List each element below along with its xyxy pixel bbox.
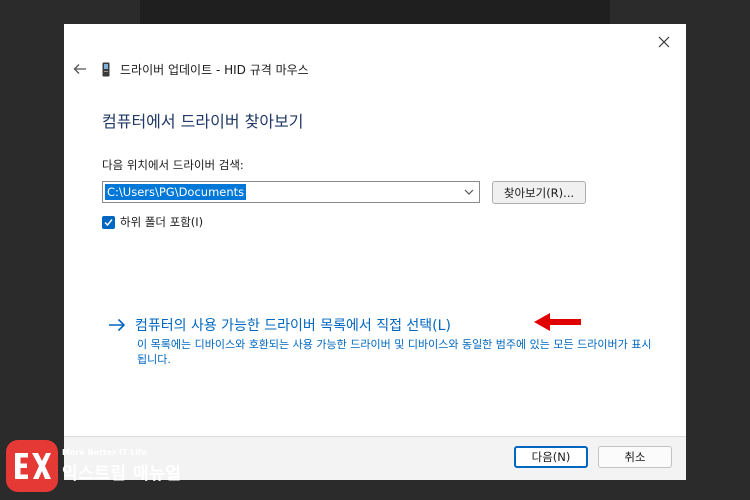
search-path-input[interactable]: C:\Users\PG\Documents: [102, 181, 480, 203]
window-title-row: 드라이버 업데이트 - HID 규격 마우스: [102, 60, 309, 78]
logo-tagline: More Better IT Life: [62, 448, 147, 457]
back-arrow-icon: [73, 64, 86, 74]
include-subfolders-label: 하위 폴더 포함(I): [120, 215, 204, 229]
close-button[interactable]: [652, 30, 676, 54]
watermark-logo: More Better IT Life 익스트림 매뉴얼: [6, 440, 181, 492]
include-subfolders-checkbox[interactable]: 하위 폴더 포함(I): [102, 214, 203, 230]
pick-from-list-text[interactable]: 컴퓨터의 사용 가능한 드라이버 목록에서 직접 선택(L): [135, 315, 451, 335]
browse-button[interactable]: 찾아보기(R)...: [492, 181, 586, 204]
search-location-label: 다음 위치에서 드라이버 검색:: [102, 158, 244, 172]
window-title: 드라이버 업데이트 - HID 규격 마우스: [120, 62, 309, 77]
driver-update-dialog: 드라이버 업데이트 - HID 규격 마우스 컴퓨터에서 드라이버 찾아보기 다…: [64, 24, 686, 480]
page-title: 컴퓨터에서 드라이버 찾아보기: [102, 112, 304, 131]
checkbox-box[interactable]: [102, 215, 115, 229]
background-window-strip: [140, 0, 610, 24]
next-button[interactable]: 다음(N): [514, 446, 588, 468]
red-arrow-icon: [534, 313, 581, 331]
check-icon: [104, 218, 113, 226]
right-arrow-icon: [109, 318, 126, 332]
pick-from-list-link[interactable]: 컴퓨터의 사용 가능한 드라이버 목록에서 직접 선택(L): [108, 315, 451, 335]
back-button[interactable]: [70, 60, 90, 78]
logo-name: 익스트림 매뉴얼: [62, 464, 182, 484]
search-path-value: C:\Users\PG\Documents: [105, 184, 247, 200]
device-icon: [102, 61, 112, 77]
close-icon: [658, 36, 670, 48]
pick-from-list-description: 이 목록에는 디바이스와 호환되는 사용 가능한 드라이버 및 디바이스와 동일…: [137, 338, 652, 366]
cancel-button[interactable]: 취소: [598, 446, 672, 468]
logo-text: More Better IT Life 익스트림 매뉴얼: [62, 448, 181, 484]
chevron-down-icon[interactable]: [463, 186, 475, 198]
logo-mark-icon: [6, 440, 58, 492]
